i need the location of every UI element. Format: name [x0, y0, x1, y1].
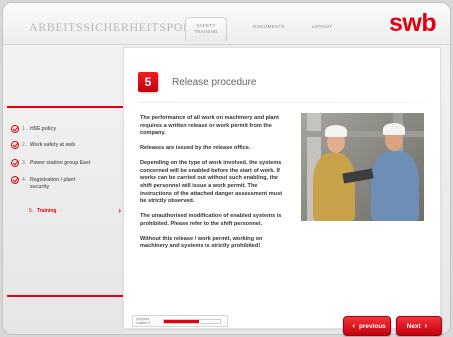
sidebar-item-registration[interactable]: 4. Registration / plant security	[11, 176, 123, 190]
paragraph: The performance of all work on machinery…	[140, 115, 279, 137]
chapter-progress: progress chapter 5	[132, 315, 228, 327]
content-panel: 5 Release procedure The performance of a…	[123, 47, 441, 329]
photo-worker-body	[371, 151, 419, 221]
tab-logout-label: LOGOUT	[311, 24, 333, 29]
sidebar-item-training[interactable]: 5. Training ›	[29, 206, 121, 215]
photo-pipe	[301, 131, 424, 137]
paragraph: Releases are issued by the release offic…	[140, 145, 251, 152]
sidebar-item-power-station[interactable]: 3. Power station group East	[11, 159, 123, 167]
paragraph: Depending on the type of work involved, …	[140, 160, 283, 205]
progress-fill	[164, 320, 199, 323]
sidebar-item-label: Power station group East	[30, 160, 91, 166]
hard-hat-icon	[325, 125, 347, 137]
progress-label: progress chapter 5	[136, 317, 150, 325]
content-text: The performance of all work on machinery…	[140, 115, 290, 258]
previous-button-label: previous	[359, 322, 386, 330]
sidebar-item-work-safety[interactable]: 2. Work safety at swb	[11, 141, 123, 149]
sidebar-item-label: HSE policy	[30, 126, 57, 132]
check-icon	[11, 159, 19, 167]
progress-label-line2: chapter 5	[136, 321, 151, 325]
photo-worker-body	[313, 153, 355, 221]
page-title: Release procedure	[172, 77, 257, 88]
sidebar-item-label: Registration / plant security	[30, 177, 75, 190]
previous-button[interactable]: ‹ previous	[343, 316, 391, 336]
sidebar-item-hse-policy[interactable]: 1. HSE policy	[11, 125, 123, 133]
header-bar: ARBEITSSICHERHEITSPORTAL SAFETY TRAINING…	[3, 3, 450, 45]
sidebar-item-label-line1: Registration / plant	[30, 177, 76, 183]
sidebar-item-number: 1.	[22, 126, 27, 132]
tab-documents[interactable]: DOCUMENTS	[247, 17, 291, 41]
chevron-right-icon: ›	[424, 321, 428, 330]
tab-documents-label: DOCUMENTS	[253, 24, 285, 29]
next-button[interactable]: Next ›	[396, 316, 442, 336]
chapter-number-badge: 5	[138, 72, 158, 92]
check-icon	[11, 141, 19, 149]
chapter-sidebar: 1. HSE policy 2. Work safety at swb 3. P…	[3, 46, 125, 297]
tab-safety-training[interactable]: SAFETY TRAINING	[185, 17, 227, 41]
check-icon	[11, 176, 19, 184]
app-window: ARBEITSSICHERHEITSPORTAL SAFETY TRAINING…	[2, 2, 451, 335]
sidebar-item-number: 2.	[22, 142, 27, 148]
paragraph: The unauthorised modification of enabled…	[140, 213, 282, 227]
tab-logout[interactable]: LOGOUT	[305, 17, 339, 41]
sidebar-item-label: Training	[37, 208, 57, 214]
sidebar-item-number: 5.	[29, 208, 34, 214]
sidebar-item-number: 4.	[22, 177, 27, 183]
next-button-label: Next	[406, 322, 421, 330]
hard-hat-icon	[383, 123, 405, 135]
check-icon	[11, 125, 19, 133]
sidebar-top-divider	[7, 106, 125, 108]
swb-logo: swb	[389, 9, 437, 37]
heading-divider	[138, 102, 426, 103]
sidebar-item-label-line2: security	[30, 183, 50, 190]
tab-safety-label-line2: TRAINING	[194, 29, 218, 34]
workers-photo	[301, 113, 424, 221]
sidebar-bottom-divider	[7, 295, 125, 297]
sidebar-item-label: Work safety at swb	[30, 142, 76, 148]
progress-track	[163, 319, 221, 324]
sidebar-item-number: 3.	[22, 160, 27, 166]
chevron-right-icon: ›	[118, 206, 121, 215]
chevron-left-icon: ‹	[352, 321, 356, 330]
paragraph: Without this release / work permit, work…	[140, 235, 263, 250]
